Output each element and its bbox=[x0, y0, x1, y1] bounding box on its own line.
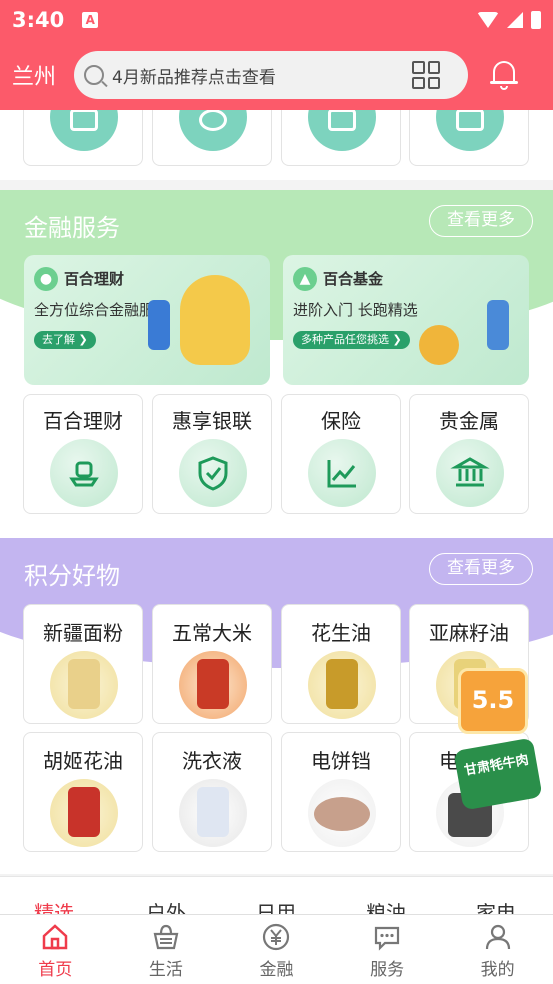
banner-title: 百合基金 bbox=[323, 270, 384, 288]
nav-finance[interactable]: 金融 bbox=[221, 915, 332, 984]
status-time: 3:40 bbox=[12, 8, 65, 32]
status-bar: 3:40 A bbox=[0, 0, 553, 40]
yuan-icon bbox=[260, 921, 292, 953]
nav-label: 生活 bbox=[148, 960, 183, 980]
bank-icon bbox=[436, 439, 504, 507]
signal-icon bbox=[507, 12, 523, 28]
nav-label: 首页 bbox=[38, 960, 73, 980]
promo-tag[interactable]: 甘肃牦牛肉 bbox=[453, 737, 543, 811]
product-card[interactable]: 胡姬花油 bbox=[23, 732, 143, 852]
section-title: 积分好物 bbox=[24, 562, 120, 590]
product-card[interactable]: 五常大米 bbox=[152, 604, 272, 724]
product-card[interactable]: 电饼铛 bbox=[281, 732, 401, 852]
product-label: 亚麻籽油 bbox=[429, 621, 509, 645]
nav-life[interactable]: 生活 bbox=[111, 915, 222, 984]
product-label: 电饼铛 bbox=[311, 749, 371, 773]
item-label: 惠享银联 bbox=[172, 409, 252, 433]
money-bag-illustration bbox=[180, 275, 250, 365]
nav-service[interactable]: 服务 bbox=[332, 915, 443, 984]
item-label: 贵金属 bbox=[439, 409, 499, 433]
trend-chart-icon bbox=[308, 439, 376, 507]
product-image bbox=[326, 659, 358, 709]
product-image bbox=[197, 659, 229, 709]
piggy-icon: ● bbox=[34, 267, 58, 291]
nav-label: 我的 bbox=[480, 960, 515, 980]
view-more-button[interactable]: 查看更多 bbox=[429, 553, 533, 585]
notification-icon: A bbox=[82, 12, 99, 28]
city-selector[interactable]: 兰州 bbox=[12, 59, 74, 91]
section-title: 金融服务 bbox=[24, 214, 120, 242]
browse-products-button[interactable]: 多种产品任您挑选 ❯ bbox=[293, 331, 410, 349]
category-tabs: 精选 户外 日用 粮油 家电 bbox=[0, 876, 553, 925]
finance-banner[interactable]: ● 百合理财 全方位综合金融服务 去了解 ❯ bbox=[24, 255, 270, 385]
basket-icon bbox=[150, 921, 182, 953]
learn-more-button[interactable]: 去了解 ❯ bbox=[34, 331, 96, 349]
product-card[interactable]: 花生油 bbox=[281, 604, 401, 724]
search-placeholder[interactable]: 4月新品推荐点击查看 bbox=[112, 63, 412, 88]
product-image bbox=[197, 787, 229, 837]
shield-check-icon bbox=[179, 439, 247, 507]
bottom-nav: 首页 生活 金融 服务 我的 bbox=[0, 914, 553, 984]
finance-item-wealth[interactable]: 百合理财 bbox=[23, 394, 143, 514]
view-more-button[interactable]: 查看更多 bbox=[429, 205, 533, 237]
nav-home[interactable]: 首页 bbox=[0, 915, 111, 984]
chart-icon: ▲ bbox=[293, 267, 317, 291]
app-header: 3:40 A 兰州 4月新品推荐点击查看 bbox=[0, 0, 553, 110]
product-card[interactable]: 洗衣液 bbox=[152, 732, 272, 852]
wifi-icon bbox=[477, 12, 499, 28]
user-icon bbox=[482, 921, 514, 953]
wealth-icon bbox=[50, 439, 118, 507]
product-card[interactable]: 新疆面粉 bbox=[23, 604, 143, 724]
finance-item-insurance[interactable]: 保险 bbox=[281, 394, 401, 514]
nav-label: 金融 bbox=[259, 960, 294, 980]
banner-title: 百合理财 bbox=[64, 270, 125, 288]
qr-scan-icon[interactable] bbox=[412, 61, 440, 89]
item-label: 保险 bbox=[321, 409, 361, 433]
promo-float[interactable]: 5.5 甘肃牦牛肉 bbox=[453, 668, 543, 818]
search-bar[interactable]: 4月新品推荐点击查看 bbox=[74, 51, 468, 99]
finance-banner[interactable]: ▲ 百合基金 进阶入门 长跑精选 多种产品任您挑选 ❯ bbox=[283, 255, 529, 385]
finance-item-precious-metals[interactable]: 贵金属 bbox=[409, 394, 529, 514]
product-label: 新疆面粉 bbox=[43, 621, 123, 645]
product-image bbox=[314, 797, 370, 831]
chat-icon bbox=[371, 921, 403, 953]
product-label: 胡姬花油 bbox=[43, 749, 123, 773]
product-label: 五常大米 bbox=[172, 621, 252, 645]
person-illustration bbox=[148, 300, 170, 350]
home-icon bbox=[39, 921, 71, 953]
product-image bbox=[68, 659, 100, 709]
bell-icon[interactable] bbox=[490, 59, 518, 91]
promo-badge[interactable]: 5.5 bbox=[458, 668, 528, 734]
banner-subtitle: 进阶入门 长跑精选 bbox=[293, 301, 418, 319]
piggy-bank-illustration bbox=[419, 325, 459, 365]
product-image bbox=[68, 787, 100, 837]
finance-item-unionpay[interactable]: 惠享银联 bbox=[152, 394, 272, 514]
person-illustration bbox=[487, 300, 509, 350]
battery-icon bbox=[531, 11, 541, 29]
finance-section: 金融服务 查看更多 ● 百合理财 全方位综合金融服务 去了解 ❯ ▲ 百合基金 … bbox=[0, 190, 553, 538]
category-row bbox=[0, 83, 553, 180]
nav-mine[interactable]: 我的 bbox=[442, 915, 553, 984]
nav-label: 服务 bbox=[370, 960, 405, 980]
item-label: 百合理财 bbox=[43, 409, 123, 433]
search-icon bbox=[84, 65, 104, 85]
product-label: 花生油 bbox=[311, 621, 371, 645]
product-label: 洗衣液 bbox=[182, 749, 242, 773]
